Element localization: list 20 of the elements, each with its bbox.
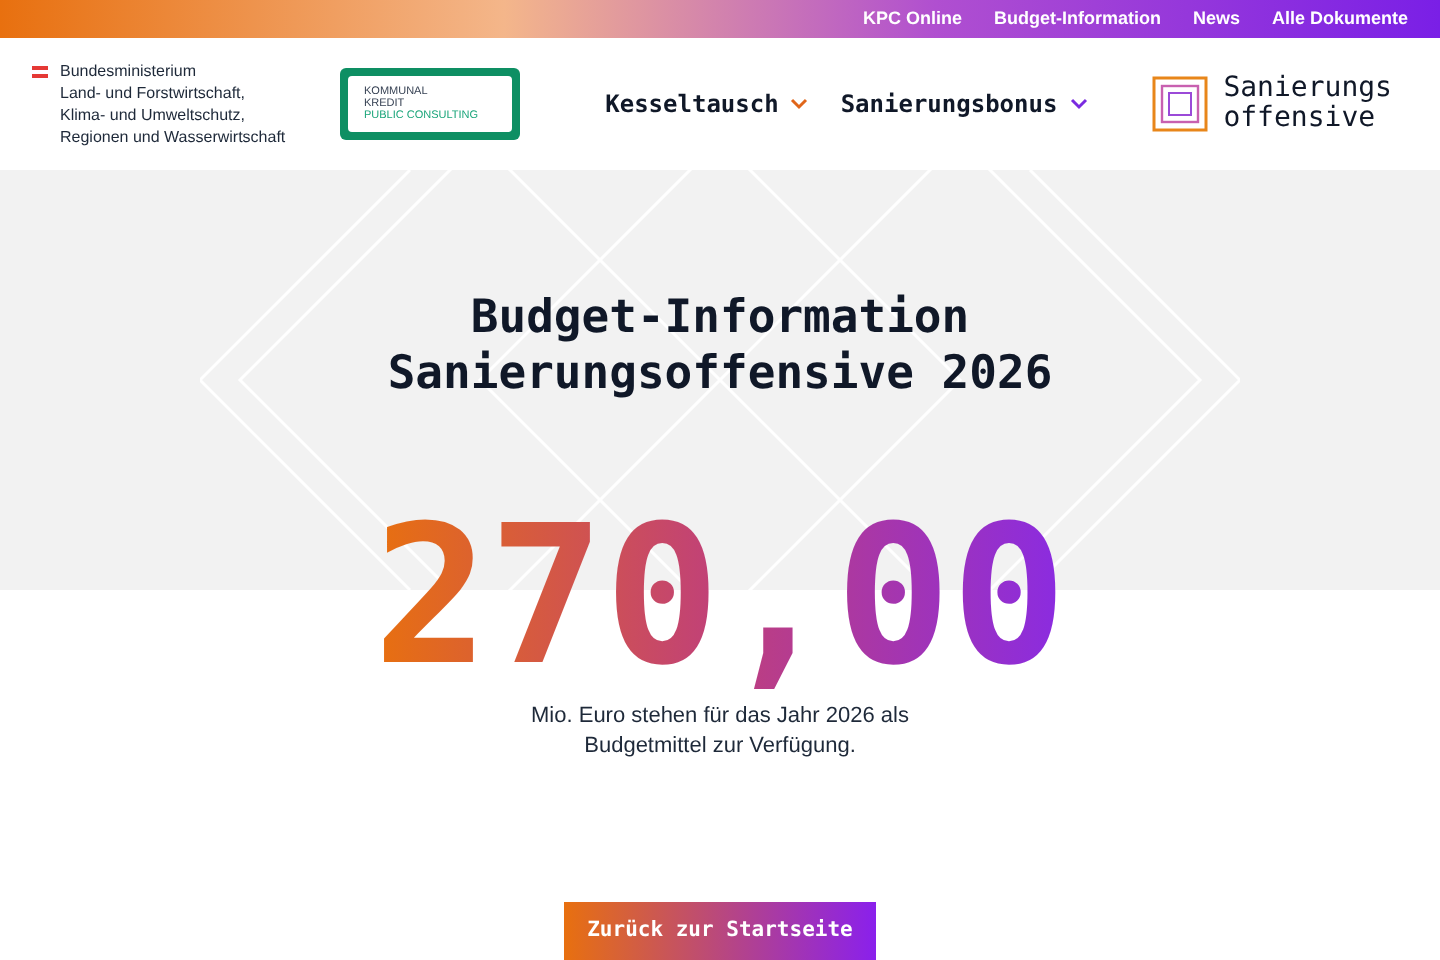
squares-logo-icon (1151, 76, 1208, 132)
back-button[interactable]: Zurück zur Startseite (563, 902, 877, 960)
chevron-down-icon (790, 98, 809, 110)
brand-name: offensive (1223, 104, 1378, 134)
ministry-name: Bundesministerium (60, 60, 199, 82)
flag-icon (32, 66, 48, 78)
budget-caption: Mio. Euro stehen für das Jahr 2026 als Budgetmittel zur Verfügung. (529, 702, 911, 762)
brand-name: Sanierungs (1223, 74, 1392, 104)
nav-menu[interactable]: Sanierungsbonus (840, 86, 1088, 122)
nav-menu[interactable]: Kesseltausch (605, 86, 809, 122)
top-link[interactable]: Budget-Information (993, 5, 1161, 33)
top-link[interactable]: News (1192, 5, 1240, 33)
ministry-name: Regionen und Wasserwirtschaft (60, 126, 286, 148)
top-link[interactable]: Alle Dokumente (1271, 5, 1408, 33)
ministry-name: Land- und Forstwirtschaft, (60, 82, 247, 104)
top-link[interactable]: KPC Online (862, 5, 962, 33)
page-title: Sanierungsoffensive 2026 (387, 346, 1053, 402)
page-title: Budget-Information (470, 290, 970, 346)
ministry-name: Klima- und Umweltschutz, (60, 104, 247, 126)
chevron-down-icon (1069, 98, 1088, 110)
